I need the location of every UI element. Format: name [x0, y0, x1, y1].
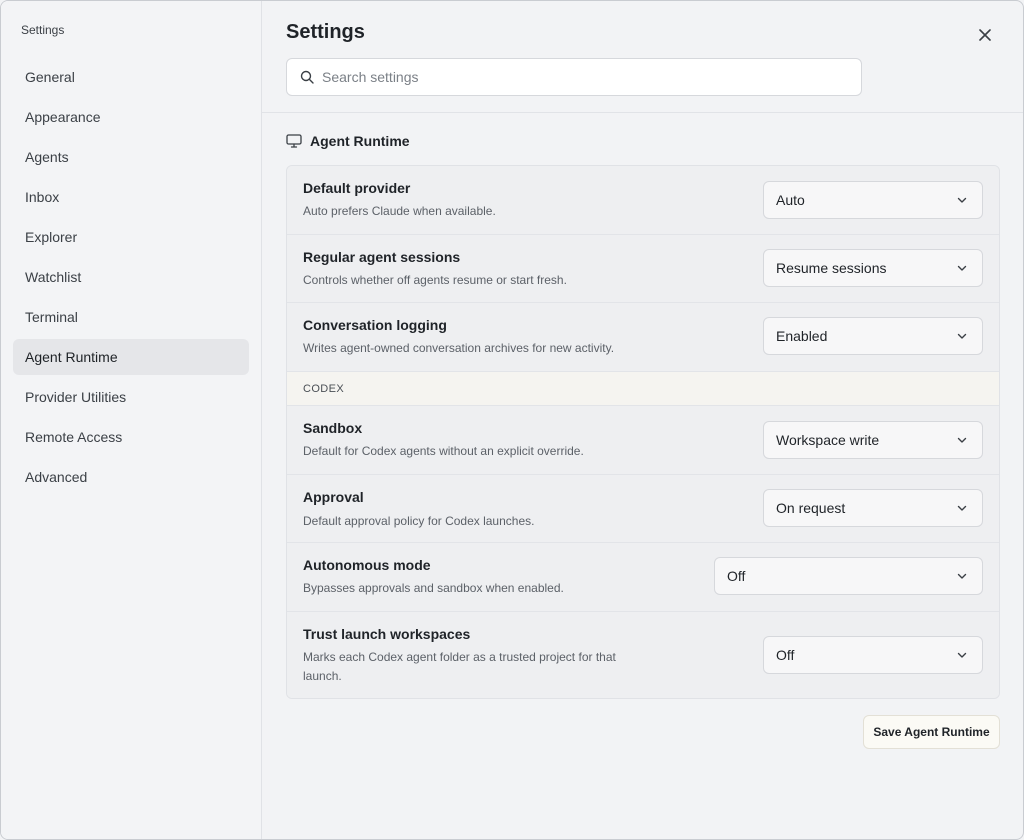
settings-window: Settings General Appearance Agents Inbox… [0, 0, 1024, 840]
setting-row-regular-sessions: Regular agent sessions Controls whether … [287, 235, 999, 303]
close-button[interactable] [975, 25, 995, 45]
setting-description: Default approval policy for Codex launch… [303, 514, 535, 528]
sandbox-select[interactable]: Workspace write [763, 421, 983, 459]
select-value: Enabled [776, 328, 828, 344]
chevron-down-icon [956, 194, 968, 206]
approval-select[interactable]: On request [763, 489, 983, 527]
setting-description: Controls whether off agents resume or st… [303, 273, 567, 287]
search-box[interactable] [286, 58, 862, 96]
sidebar-item-remote-access[interactable]: Remote Access [13, 419, 249, 455]
select-value: Auto [776, 192, 805, 208]
search-input[interactable] [322, 69, 822, 85]
close-icon [979, 29, 991, 41]
sidebar: Settings General Appearance Agents Inbox… [1, 1, 262, 839]
setting-label: Conversation logging [303, 317, 447, 333]
main-content: Settings Search settings Agent Runtime D… [262, 1, 1023, 839]
setting-row-approval: Approval Default approval policy for Cod… [287, 475, 999, 543]
setting-label: Approval [303, 489, 364, 505]
chevron-down-icon [956, 649, 968, 661]
setting-description: Marks each Codex agent folder as a trust… [303, 650, 616, 683]
sidebar-item-appearance[interactable]: Appearance [13, 99, 249, 135]
setting-row-trust-workspaces: Trust launch workspaces Marks each Codex… [287, 612, 999, 698]
sidebar-item-watchlist[interactable]: Watchlist [13, 259, 249, 295]
setting-label: Default provider [303, 180, 411, 196]
select-value: Resume sessions [776, 260, 887, 276]
setting-row-autonomous-mode: Autonomous mode Bypasses approvals and s… [287, 543, 999, 612]
section-header: Agent Runtime [286, 133, 410, 149]
sidebar-item-explorer[interactable]: Explorer [13, 219, 249, 255]
sidebar-item-terminal[interactable]: Terminal [13, 299, 249, 335]
setting-row-default-provider: Default provider Auto prefers Claude whe… [287, 166, 999, 235]
chevron-down-icon [956, 262, 968, 274]
setting-row-sandbox: Sandbox Default for Codex agents without… [287, 406, 999, 475]
group-header-codex: CODEX [287, 372, 999, 406]
chevron-down-icon [956, 330, 968, 342]
chevron-down-icon [956, 434, 968, 446]
header: Settings [262, 1, 1023, 113]
sidebar-item-agents[interactable]: Agents [13, 139, 249, 175]
setting-label: Trust launch workspaces [303, 626, 471, 642]
sidebar-item-general[interactable]: General [13, 59, 249, 95]
sidebar-item-provider-utilities[interactable]: Provider Utilities [13, 379, 249, 415]
regular-sessions-select[interactable]: Resume sessions [763, 249, 983, 287]
setting-label: Autonomous mode [303, 557, 431, 573]
monitor-icon [286, 134, 302, 148]
default-provider-select[interactable]: Auto [763, 181, 983, 219]
sidebar-title: Settings [21, 23, 65, 37]
setting-description: Bypasses approvals and sandbox when enab… [303, 581, 564, 595]
sidebar-nav: General Appearance Agents Inbox Explorer… [1, 59, 261, 495]
setting-description: Writes agent-owned conversation archives… [303, 341, 615, 355]
save-agent-runtime-button[interactable]: Save Agent Runtime [863, 715, 1000, 749]
sidebar-item-agent-runtime[interactable]: Agent Runtime [13, 339, 249, 375]
setting-label: Sandbox [303, 420, 363, 436]
trust-workspaces-select[interactable]: Off [763, 636, 983, 674]
autonomous-mode-select[interactable]: Off [714, 557, 983, 595]
conversation-logging-select[interactable]: Enabled [763, 317, 983, 355]
setting-row-conversation-logging: Conversation logging Writes agent-owned … [287, 303, 999, 372]
setting-label: Regular agent sessions [303, 249, 461, 265]
setting-description: Auto prefers Claude when available. [303, 204, 496, 218]
settings-panel: Default provider Auto prefers Claude whe… [286, 165, 1000, 699]
section-title: Agent Runtime [310, 133, 410, 149]
select-value: Workspace write [776, 432, 880, 448]
chevron-down-icon [956, 570, 968, 582]
chevron-down-icon [956, 502, 968, 514]
setting-description: Default for Codex agents without an expl… [303, 444, 584, 458]
select-value: Off [727, 568, 746, 584]
select-value: On request [776, 500, 846, 516]
sidebar-item-inbox[interactable]: Inbox [13, 179, 249, 215]
select-value: Off [776, 647, 795, 663]
page-title: Settings [286, 21, 365, 43]
sidebar-item-advanced[interactable]: Advanced [13, 459, 249, 495]
search-icon [300, 70, 314, 84]
